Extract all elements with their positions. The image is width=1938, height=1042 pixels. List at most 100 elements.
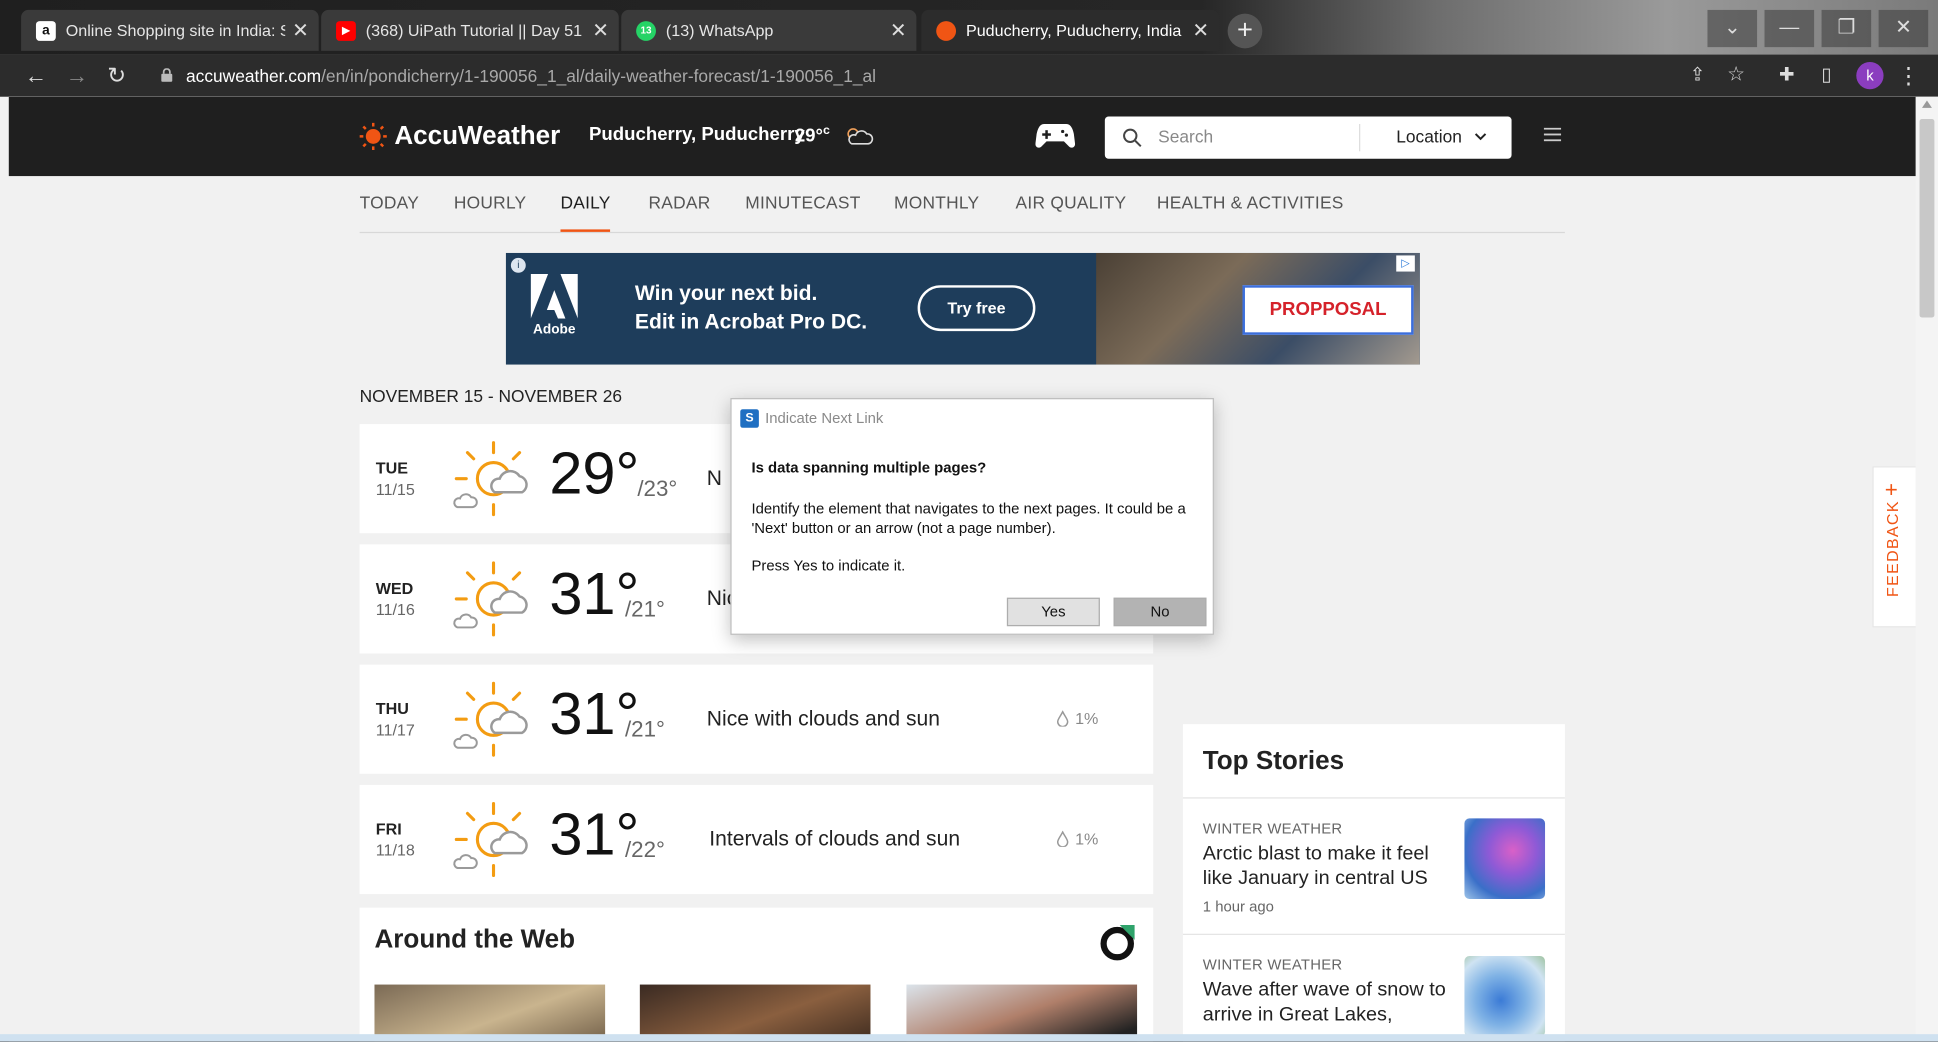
- ad-line2: Edit in Acrobat Pro DC.: [634, 310, 868, 334]
- star-icon[interactable]: ☆: [1719, 58, 1754, 93]
- section-title: Around the Web: [374, 925, 576, 954]
- hamburger-menu-icon[interactable]: [1543, 127, 1562, 142]
- more-icon[interactable]: ⋮: [1891, 58, 1926, 93]
- promo-thumbnail[interactable]: [906, 984, 1138, 1042]
- dialog-titlebar[interactable]: S Indicate Next Link: [732, 399, 1213, 436]
- low-temp: /21°: [624, 716, 665, 742]
- feedback-tab[interactable]: + FEEDBACK: [1872, 466, 1916, 628]
- top-stories: Top Stories WINTER WEATHER Arctic blast …: [1182, 724, 1565, 1042]
- promo-thumbnail[interactable]: [639, 984, 871, 1042]
- outbrain-logo-icon[interactable]: [1097, 923, 1137, 963]
- high-temp: 29°: [549, 441, 640, 508]
- tab-amazon[interactable]: a Online Shopping site in India: Sh ✕: [21, 9, 319, 51]
- tab-air-quality[interactable]: AIR QUALITY: [1016, 192, 1127, 212]
- day-date: 11/18: [375, 840, 415, 860]
- story-thumbnail[interactable]: [1464, 956, 1546, 1037]
- side-panel-icon[interactable]: ▯: [1809, 58, 1844, 93]
- divider: [1182, 797, 1565, 799]
- story-thumbnail[interactable]: [1464, 818, 1546, 899]
- tab-radar[interactable]: RADAR: [649, 192, 711, 212]
- tab-title: Online Shopping site in India: Sh: [65, 21, 285, 40]
- dialog-question: Is data spanning multiple pages?: [751, 458, 987, 477]
- tab-title: (13) WhatsApp: [665, 21, 774, 40]
- extensions-icon[interactable]: ✚: [1769, 58, 1804, 93]
- day-date: 11/15: [375, 479, 415, 499]
- active-tab-indicator: [560, 229, 611, 232]
- story-category: WINTER WEATHER: [1202, 819, 1343, 837]
- browser-toolbar: ← → ↻ accuweather.com/en/in/pondicherry/…: [0, 54, 1938, 97]
- search-box[interactable]: Search Location: [1104, 116, 1512, 159]
- tab-today[interactable]: TODAY: [360, 192, 419, 212]
- tab-daily[interactable]: DAILY: [560, 192, 610, 212]
- advertisement-banner[interactable]: i Adobe Win your next bid. Edit in Acrob…: [505, 252, 1420, 365]
- back-icon[interactable]: ←: [19, 58, 54, 93]
- ad-line1: Win your next bid.: [634, 281, 818, 306]
- close-icon[interactable]: ✕: [592, 18, 609, 43]
- tab-accuweather[interactable]: Puducherry, Puducherry, India Da ✕: [921, 9, 1219, 51]
- forecast-card[interactable]: FRI 11/18 31° /22° Intervals of clouds a…: [359, 784, 1154, 895]
- try-free-button[interactable]: Try free: [917, 285, 1036, 332]
- share-icon[interactable]: ⇪: [1680, 58, 1715, 93]
- story-time: 1 hour ago: [1202, 897, 1274, 916]
- story-item[interactable]: WINTER WEATHER Arctic blast to make it f…: [1203, 820, 1463, 915]
- tab-health-activities[interactable]: HEALTH & ACTIVITIES: [1157, 192, 1344, 212]
- new-tab-button[interactable]: +: [1227, 13, 1263, 49]
- precip-value: 1%: [1075, 829, 1099, 849]
- partly-cloudy-icon: [847, 128, 874, 145]
- tab-title: Puducherry, Puducherry, India Da: [965, 21, 1185, 40]
- current-location[interactable]: Puducherry, Puducherry: [589, 124, 805, 145]
- youtube-icon: ▶: [336, 20, 356, 41]
- feedback-label: FEEDBACK: [1882, 500, 1902, 598]
- minimize-button[interactable]: —: [1764, 9, 1815, 48]
- close-icon[interactable]: ✕: [890, 18, 907, 43]
- raindrop-icon: [1056, 830, 1069, 847]
- forecast-phrase: Nice with clouds and sun: [706, 706, 940, 731]
- around-the-web: Around the Web: [359, 907, 1154, 1042]
- close-window-button[interactable]: ✕: [1878, 9, 1929, 48]
- tab-monthly[interactable]: MONTHLY: [894, 192, 979, 212]
- ad-brand: Adobe: [533, 322, 576, 338]
- precip-value: 1%: [1075, 709, 1099, 728]
- day-of-week: TUE: [375, 458, 408, 478]
- tab-youtube[interactable]: ▶ (368) UiPath Tutorial || Day 51 : M ✕: [321, 9, 619, 51]
- avatar[interactable]: k: [1856, 62, 1884, 90]
- sun-logo-icon: [359, 122, 387, 151]
- temp-unit: c: [822, 124, 830, 138]
- search-input[interactable]: Search: [1158, 126, 1213, 146]
- dialog-description: Identify the element that navigates to t…: [751, 499, 1186, 537]
- divider: [1359, 124, 1361, 152]
- story-item[interactable]: WINTER WEATHER Wave after wave of snow t…: [1203, 956, 1463, 1028]
- day-date: 11/16: [375, 600, 415, 619]
- adobe-a-icon: [530, 274, 578, 319]
- close-icon[interactable]: ✕: [292, 18, 309, 43]
- close-icon[interactable]: ✕: [1192, 18, 1209, 43]
- scroll-up-icon[interactable]: [1922, 100, 1932, 108]
- url-path: /en/in/pondicherry/1-190056_1_al/daily-w…: [321, 65, 877, 86]
- no-button[interactable]: No: [1113, 597, 1207, 627]
- scrollbar-thumb[interactable]: [1919, 119, 1935, 318]
- accuweather-logo[interactable]: AccuWeather: [359, 122, 560, 152]
- tab-whatsapp[interactable]: 13 (13) WhatsApp ✕: [621, 9, 917, 51]
- current-temp[interactable]: 29°c: [795, 124, 875, 146]
- promo-thumbnail[interactable]: [374, 984, 606, 1042]
- low-temp: /21°: [624, 596, 665, 622]
- reload-icon[interactable]: ↻: [99, 58, 134, 93]
- tab-hourly[interactable]: HOURLY: [454, 192, 527, 212]
- address-bar[interactable]: accuweather.com/en/in/pondicherry/1-1900…: [151, 60, 1664, 92]
- adchoices-icon[interactable]: ▷: [1396, 255, 1415, 272]
- forecast-nav: TODAY HOURLY DAILY RADAR MINUTECAST MONT…: [359, 176, 1565, 234]
- divider: [1182, 933, 1565, 935]
- tab-search-icon[interactable]: ⌄: [1707, 9, 1758, 48]
- tab-minutecast[interactable]: MINUTECAST: [745, 192, 860, 212]
- location-dropdown[interactable]: Location: [1396, 126, 1487, 146]
- partly-sunny-icon: [453, 561, 528, 637]
- page-scrollbar[interactable]: [1915, 96, 1938, 1042]
- gamepad-icon[interactable]: [1035, 118, 1076, 153]
- story-category: WINTER WEATHER: [1202, 956, 1343, 974]
- maximize-button[interactable]: ❐: [1821, 9, 1872, 48]
- yes-button[interactable]: Yes: [1006, 597, 1100, 627]
- forward-icon[interactable]: →: [60, 58, 95, 93]
- adobe-logo: Adobe: [528, 274, 580, 348]
- forecast-card[interactable]: THU 11/17 31° /21° Nice with clouds and …: [359, 664, 1154, 774]
- browser-tab-bar: a Online Shopping site in India: Sh ✕ ▶ …: [0, 0, 1938, 55]
